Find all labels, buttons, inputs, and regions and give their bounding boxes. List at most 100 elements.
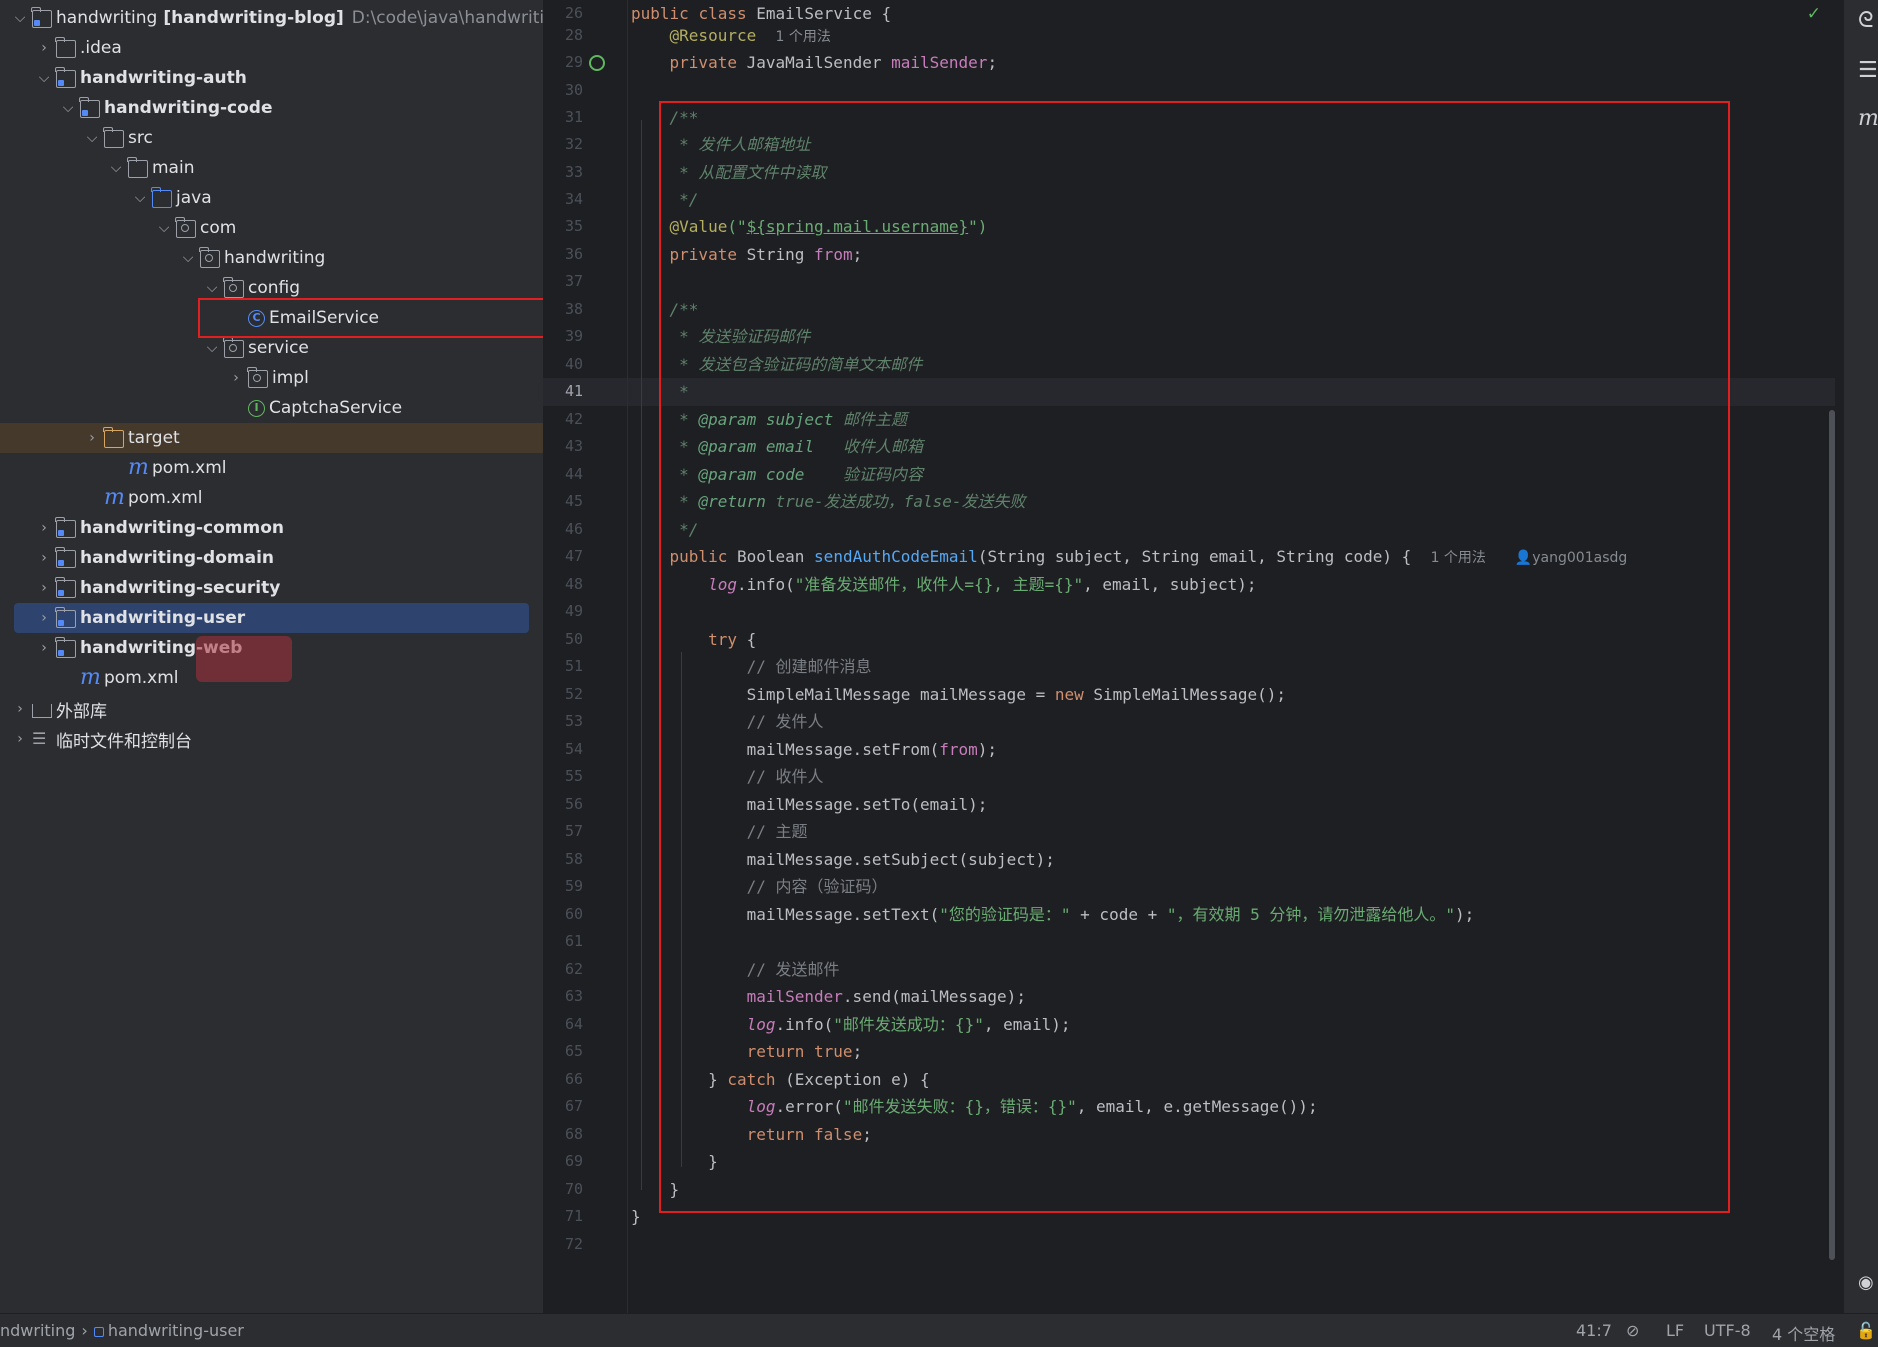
tree-row-handwriting-auth[interactable]: ⌵ handwriting-auth [0, 63, 543, 93]
code-token: ; [987, 53, 998, 72]
breadcrumb-root[interactable]: ndwriting [0, 1321, 75, 1340]
tree-row-handwriting-pkg[interactable]: ⌵ handwriting [0, 243, 543, 273]
line-number: 56 [564, 795, 583, 813]
chevron-right-icon[interactable]: › [80, 430, 104, 446]
scratches-icon: ☰ [32, 729, 47, 748]
code-line[interactable]: 28 @Resource 1 个用法 [543, 22, 1843, 49]
tree-row-project-root[interactable]: ⌵ handwriting [handwriting-blog] D:\code… [0, 3, 543, 33]
tree-row-java[interactable]: ⌵ java [0, 183, 543, 213]
breadcrumb-module[interactable]: handwriting-user [108, 1321, 244, 1340]
line-separator[interactable]: LF [1666, 1321, 1684, 1340]
tree-row-handwriting-user[interactable]: › handwriting-user [14, 603, 529, 633]
maven-icon: m [128, 455, 149, 480]
chevron-right-icon[interactable]: › [32, 40, 56, 56]
indent-setting[interactable]: 4 个空格 [1772, 1321, 1835, 1345]
code-editor[interactable]: ✓ 26 public class EmailService { 28 @Reso… [543, 0, 1843, 1313]
chevron-right-icon[interactable]: › [32, 520, 56, 536]
module-icon [93, 1326, 104, 1337]
floating-toolbar-ghost [196, 636, 292, 682]
tree-row-pom-code[interactable]: m pom.xml [0, 453, 543, 483]
chevron-down-icon[interactable]: ⌵ [176, 250, 200, 266]
chevron-right-icon[interactable]: › [32, 580, 56, 596]
tree-label: CaptchaService [269, 398, 403, 418]
module-folder-icon [55, 577, 76, 598]
excluded-folder-icon [103, 427, 124, 448]
line-number: 36 [564, 245, 583, 263]
line-number: 31 [564, 108, 583, 126]
tree-row-captchaservice[interactable]: I CaptchaService [0, 393, 543, 423]
chevron-down-icon[interactable]: ⌵ [80, 130, 104, 146]
code-line[interactable]: 30 [543, 77, 1843, 104]
module-folder-icon [55, 637, 76, 658]
chevron-down-icon[interactable]: ⌵ [152, 220, 176, 236]
tree-row-pom-auth[interactable]: m pom.xml [0, 483, 543, 513]
lock-icon[interactable]: 🔓 [1856, 1321, 1876, 1340]
tree-label: config [248, 278, 301, 298]
tree-row-handwriting-code[interactable]: ⌵ handwriting-code [0, 93, 543, 123]
notifications-icon[interactable]: ◉ [1858, 1272, 1874, 1293]
project-path: D:\code\java\handwriting [351, 8, 543, 28]
tree-label: handwriting-user [80, 608, 246, 628]
tree-label: pom.xml [104, 668, 179, 688]
chevron-right-icon[interactable]: › [8, 731, 32, 747]
line-number: 58 [564, 850, 583, 868]
file-encoding[interactable]: UTF-8 [1704, 1321, 1751, 1340]
tree-row-main[interactable]: ⌵ main [0, 153, 543, 183]
line-number: 37 [564, 272, 583, 290]
folder-icon [103, 127, 124, 148]
tree-row-impl[interactable]: › impl [0, 363, 543, 393]
source-folder-icon [151, 187, 172, 208]
chevron-right-icon[interactable]: › [32, 610, 56, 626]
tree-row-handwriting-domain[interactable]: › handwriting-domain [0, 543, 543, 573]
line-number: 53 [564, 712, 583, 730]
caret-position[interactable]: 41:7 [1576, 1321, 1612, 1340]
line-number: 63 [564, 987, 583, 1005]
chevron-right-icon[interactable]: › [32, 550, 56, 566]
maven-icon[interactable]: m [1858, 106, 1878, 131]
line-number: 55 [564, 767, 583, 785]
line-number: 47 [564, 547, 583, 565]
ai-assistant-icon[interactable]: ᘓ [1858, 8, 1874, 33]
line-number: 68 [564, 1125, 583, 1143]
line-number: 43 [564, 437, 583, 455]
chevron-right-icon[interactable]: › [32, 640, 56, 656]
database-icon[interactable]: ☰ [1858, 58, 1878, 83]
tree-row-target[interactable]: › target [0, 423, 543, 453]
code-token: JavaMailSender [746, 53, 882, 72]
tree-label: src [128, 128, 153, 148]
chevron-down-icon[interactable]: ⌵ [8, 10, 32, 26]
tree-row-handwriting-common[interactable]: › handwriting-common [0, 513, 543, 543]
line-number: 44 [564, 465, 583, 483]
no-inspection-icon[interactable]: ⊘ [1626, 1321, 1639, 1340]
chevron-down-icon[interactable]: ⌵ [200, 340, 224, 356]
module-folder-icon [79, 97, 100, 118]
line-number: 34 [564, 190, 583, 208]
chevron-right-icon[interactable]: › [224, 370, 248, 386]
tree-row-idea[interactable]: › .idea [0, 33, 543, 63]
line-number: 67 [564, 1097, 583, 1115]
tree-label: handwriting-domain [80, 548, 275, 568]
highlight-box-code [659, 101, 1730, 1213]
line-number: 54 [564, 740, 583, 758]
tree-row-src[interactable]: ⌵ src [0, 123, 543, 153]
chevron-down-icon[interactable]: ⌵ [56, 100, 80, 116]
line-number: 64 [564, 1015, 583, 1033]
tree-row-handwriting-security[interactable]: › handwriting-security [0, 573, 543, 603]
chevron-down-icon[interactable]: ⌵ [104, 160, 128, 176]
tree-row-scratches[interactable]: › ☰ 临时文件和控制台 [0, 724, 543, 754]
tree-label: .idea [80, 38, 122, 58]
line-number: 65 [564, 1042, 583, 1060]
chevron-right-icon[interactable]: › [8, 701, 32, 717]
line-number: 72 [564, 1235, 583, 1253]
line-number: 41 [564, 382, 583, 400]
tree-row-external-libraries[interactable]: › 外部库 [0, 694, 543, 724]
line-number: 39 [564, 327, 583, 345]
chevron-down-icon[interactable]: ⌵ [200, 280, 224, 296]
chevron-down-icon[interactable]: ⌵ [32, 70, 56, 86]
code-line[interactable]: 29 private JavaMailSender mailSender; [543, 49, 1843, 76]
code-line[interactable]: 72 [543, 1231, 1843, 1258]
tree-row-com[interactable]: ⌵ com [0, 213, 543, 243]
line-number: 60 [564, 905, 583, 923]
package-icon [175, 217, 196, 238]
chevron-down-icon[interactable]: ⌵ [128, 190, 152, 206]
